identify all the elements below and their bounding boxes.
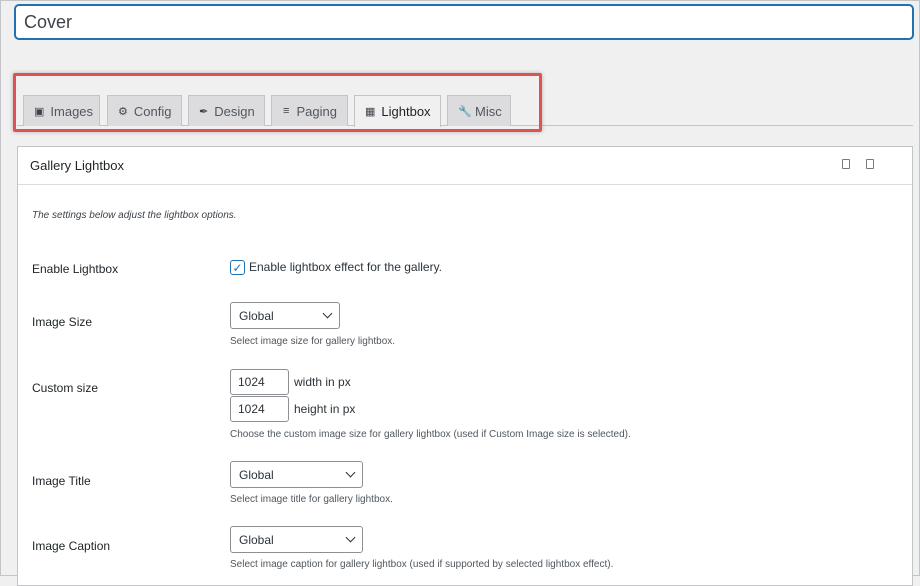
- image-title-hint: Select image title for gallery lightbox.: [230, 494, 393, 505]
- image-size-selected: Global: [239, 308, 274, 323]
- tab-misc[interactable]: 🔧 Misc: [447, 95, 511, 126]
- image-size-hint: Select image size for gallery lightbox.: [230, 336, 396, 347]
- image-caption-hint: Select image caption for gallery lightbo…: [230, 559, 614, 570]
- chevron-down-icon: [345, 467, 356, 478]
- pin-icon: ✒: [199, 105, 209, 118]
- expand-icon[interactable]: [866, 159, 874, 169]
- tab-lightbox[interactable]: ▦ Lightbox: [354, 95, 441, 127]
- tab-config[interactable]: ⚙ Config: [107, 95, 182, 126]
- image-size-label: Image Size: [32, 315, 93, 329]
- custom-width-input[interactable]: [230, 369, 289, 395]
- image-caption-selected: Global: [239, 532, 274, 547]
- panel-title: Gallery Lightbox: [30, 158, 124, 173]
- menu-icon: ≡: [283, 105, 290, 117]
- image-caption-select[interactable]: Global: [230, 526, 363, 553]
- wrench-icon: 🔧: [458, 105, 472, 118]
- image-title-select[interactable]: Global: [230, 461, 363, 488]
- tab-paging-label: Paging: [296, 103, 337, 119]
- image-title-label: Image Title: [32, 474, 91, 488]
- tab-misc-label: Misc: [475, 103, 502, 119]
- chevron-down-icon: [322, 308, 333, 319]
- image-title-selected: Global: [239, 467, 274, 482]
- enable-lightbox-checkbox-label[interactable]: Enable lightbox effect for the gallery.: [249, 260, 442, 274]
- gear-icon: ⚙: [118, 105, 128, 118]
- lightbox-settings-panel: Gallery Lightbox The settings below adju…: [17, 146, 913, 586]
- enable-lightbox-label: Enable Lightbox: [32, 262, 119, 276]
- enable-lightbox-checkbox[interactable]: ✓: [230, 260, 245, 275]
- images-icon: ▣: [34, 105, 45, 118]
- collapse-icon[interactable]: [842, 159, 850, 169]
- tab-design[interactable]: ✒ Design: [188, 95, 265, 126]
- image-size-select[interactable]: Global: [230, 302, 340, 329]
- panel-description: The settings below adjust the lightbox o…: [32, 210, 237, 221]
- lightbox-icon: ▦: [365, 106, 376, 118]
- tab-images-label: Images: [50, 103, 94, 119]
- tab-config-label: Config: [133, 103, 172, 119]
- gallery-title-input[interactable]: [15, 5, 913, 39]
- chevron-down-icon: [345, 532, 356, 543]
- custom-size-label: Custom size: [32, 381, 99, 395]
- image-caption-label: Image Caption: [32, 539, 111, 553]
- tab-design-label: Design: [214, 103, 255, 119]
- custom-height-input[interactable]: [230, 396, 289, 422]
- custom-size-hint: Choose the custom image size for gallery…: [230, 429, 631, 440]
- tab-paging[interactable]: ≡ Paging: [271, 95, 348, 126]
- panel-header: Gallery Lightbox: [18, 147, 912, 185]
- tab-images[interactable]: ▣ Images: [23, 95, 100, 126]
- custom-width-unit: width in px: [294, 375, 351, 389]
- custom-height-unit: height in px: [294, 402, 356, 416]
- tab-lightbox-label: Lightbox: [381, 104, 431, 119]
